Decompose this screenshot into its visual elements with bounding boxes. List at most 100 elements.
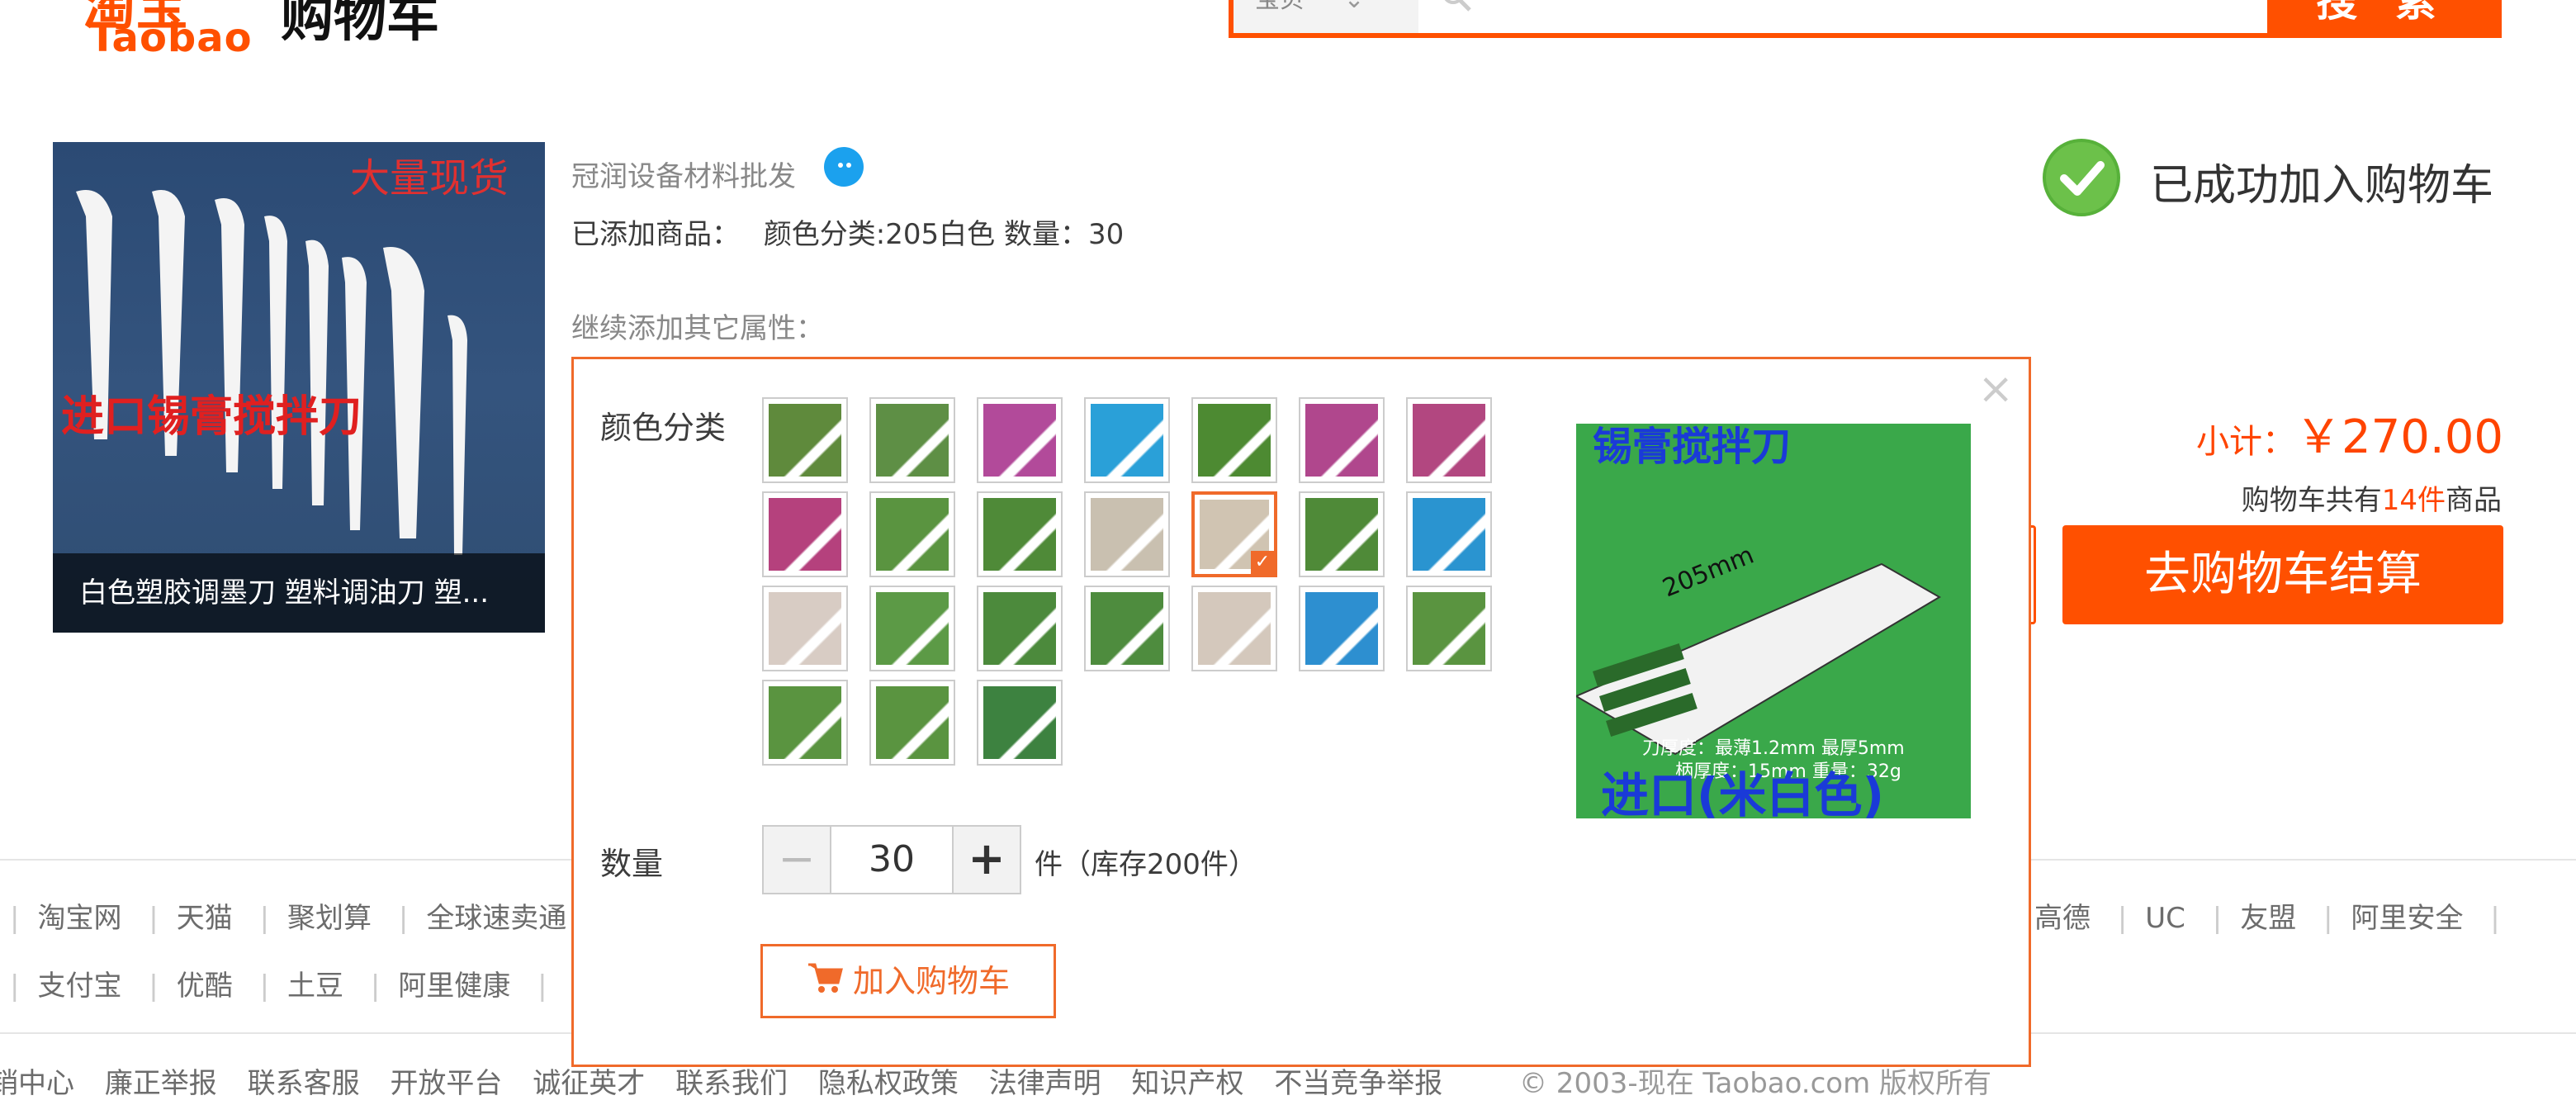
footer-link[interactable]: 联系我们 (675, 1067, 788, 1100)
color-option-image (1413, 592, 1485, 665)
color-option-image (769, 592, 841, 665)
footer-link[interactable]: 不当竞争举报 (1274, 1067, 1442, 1100)
footer-link[interactable]: 销中心 (0, 1067, 74, 1100)
divider: | (370, 970, 381, 1003)
wangwang-chat-icon[interactable] (824, 147, 864, 187)
color-option-thumb[interactable] (762, 397, 848, 483)
footer-link[interactable]: 天猫 (177, 902, 233, 935)
selected-option-preview: 锡膏搅拌刀 205mm 刀厚度：最薄1.2mm 最厚5mm 柄厚度：15mm 重… (1574, 424, 1971, 823)
svg-text:大量现货: 大量现货 (350, 155, 509, 202)
footer-link[interactable]: 优酷 (177, 970, 233, 1003)
cart-count-suffix: 商品 (2446, 484, 2502, 517)
footer-link[interactable]: 高德 (2034, 902, 2091, 935)
search-icon (1440, 0, 1473, 13)
check-icon (2043, 139, 2120, 216)
color-option-thumb[interactable] (1191, 397, 1277, 483)
color-option-image (876, 404, 949, 477)
quantity-decrease-button[interactable]: − (762, 825, 831, 894)
color-option-thumb[interactable] (1299, 397, 1385, 483)
add-to-cart-label: 加入购物车 (852, 963, 1010, 999)
product-image[interactable]: 大量现货 进口锡膏搅拌刀 白色塑胶调墨刀 塑料调油刀 塑... (53, 142, 545, 633)
color-option-thumb[interactable] (1406, 397, 1492, 483)
color-option-image (983, 686, 1056, 759)
color-option-thumb[interactable] (762, 586, 848, 671)
footer-link[interactable]: UC (2145, 902, 2185, 935)
search-category-label: 宝贝 (1255, 0, 1305, 14)
quantity-increase-button[interactable]: + (952, 825, 1021, 894)
close-icon[interactable]: × (1977, 368, 2014, 410)
page-title: 购物车 (281, 0, 439, 49)
svg-text:进口(米白色): 进口(米白色) (1601, 767, 1884, 818)
svg-text:锡膏搅拌刀: 锡膏搅拌刀 (1593, 424, 1791, 470)
footer-link[interactable]: 知识产权 (1132, 1067, 1244, 1100)
color-option-thumb[interactable] (977, 680, 1063, 766)
footer-link[interactable]: 聚划算 (287, 902, 372, 935)
search-button[interactable]: 搜 索 (2267, 0, 2497, 36)
color-option-thumb[interactable] (762, 680, 848, 766)
footer-link[interactable]: 廉正举报 (105, 1067, 217, 1100)
added-label: 已添加商品： (571, 218, 740, 251)
color-option-thumb[interactable] (1191, 586, 1277, 671)
color-option-thumb[interactable] (1406, 491, 1492, 577)
cart-count: 购物车共有14件商品 (2242, 477, 2502, 518)
color-option-image (1091, 592, 1163, 665)
color-option-thumb[interactable] (1299, 586, 1385, 671)
color-option-thumb[interactable]: ✓ (1191, 491, 1277, 577)
footer-link[interactable]: 开放平台 (390, 1067, 502, 1100)
footer-link[interactable]: 阿里安全 (2351, 902, 2463, 935)
color-option-thumb[interactable] (762, 491, 848, 577)
color-option-thumb[interactable] (977, 397, 1063, 483)
color-option-thumb[interactable] (1084, 491, 1170, 577)
color-option-image (983, 592, 1056, 665)
footer-link[interactable]: 诚征英才 (533, 1067, 645, 1100)
color-option-thumb[interactable] (977, 586, 1063, 671)
success-message: 已成功加入购物车 (2150, 161, 2494, 211)
color-option-image (1091, 404, 1163, 477)
divider: | (537, 970, 547, 1003)
footer-link[interactable]: 土豆 (287, 970, 343, 1003)
footer-link[interactable]: 联系客服 (248, 1067, 360, 1100)
product-caption[interactable]: 白色塑胶调墨刀 塑料调油刀 塑... (53, 553, 545, 633)
quantity-input[interactable]: 30 (830, 825, 954, 894)
footer-link[interactable]: 法律声明 (989, 1067, 1101, 1100)
continue-add-label: 继续添加其它属性： (571, 312, 824, 345)
shop-name[interactable]: 冠润设备材料批发 (571, 154, 796, 194)
taobao-logo-text[interactable]: Taobao (89, 15, 253, 61)
color-option-thumb[interactable] (1299, 491, 1385, 577)
svg-text:进口锡膏搅拌刀: 进口锡膏搅拌刀 (61, 392, 362, 442)
chevron-down-icon: ⌄ (1344, 0, 1365, 14)
footer-link[interactable]: 全球速卖通 (426, 902, 566, 935)
color-category-label: 颜色分类 (600, 410, 727, 446)
added-spec: 颜色分类:205白色 数量：30 (763, 218, 1125, 251)
subtotal-label: 小计： (2196, 423, 2296, 461)
color-option-thumb[interactable] (869, 586, 955, 671)
footer-link[interactable]: 隐私权政策 (818, 1067, 959, 1100)
subtotal-amount: ￥270.00 (2295, 410, 2503, 464)
footer-link[interactable]: 支付宝 (37, 970, 121, 1003)
color-option-thumb[interactable] (1084, 397, 1170, 483)
divider: | (149, 902, 159, 935)
preview-photo: 锡膏搅拌刀 205mm 刀厚度：最薄1.2mm 最厚5mm 柄厚度：15mm 重… (1574, 424, 1971, 823)
color-option-thumb[interactable] (869, 491, 955, 577)
divider: | (10, 902, 20, 935)
search-category-select[interactable]: 宝贝 ⌄ (1234, 0, 1418, 33)
checkout-button[interactable]: 去购物车结算 (2062, 525, 2503, 624)
sku-select-dialog: × 颜色分类 ✓ 锡膏搅拌刀 205mm 刀厚度：最薄1.2mm 最厚5mm 柄… (571, 357, 2031, 1067)
divider: | (398, 902, 409, 935)
color-option-image (769, 498, 841, 571)
color-option-thumb[interactable] (869, 680, 955, 766)
footer-link[interactable]: 淘宝网 (37, 902, 121, 935)
color-option-thumb[interactable] (977, 491, 1063, 577)
add-to-cart-button[interactable]: 加入购物车 (760, 944, 1056, 1018)
taobao-logo-mark[interactable]: 淘宝 (83, 0, 264, 37)
color-option-thumb[interactable] (1084, 586, 1170, 671)
footer-links-row1: | 淘宝网 | 天猫 | 聚划算 | 全球速卖通 (0, 895, 566, 936)
footer-link[interactable]: 阿里健康 (398, 970, 510, 1003)
color-option-image (1305, 498, 1378, 571)
color-option-thumb[interactable] (1406, 586, 1492, 671)
divider: | (259, 902, 270, 935)
color-option-thumb[interactable] (869, 397, 955, 483)
divider: | (149, 970, 159, 1003)
color-option-image (876, 498, 949, 571)
footer-link[interactable]: 友盟 (2240, 902, 2296, 935)
